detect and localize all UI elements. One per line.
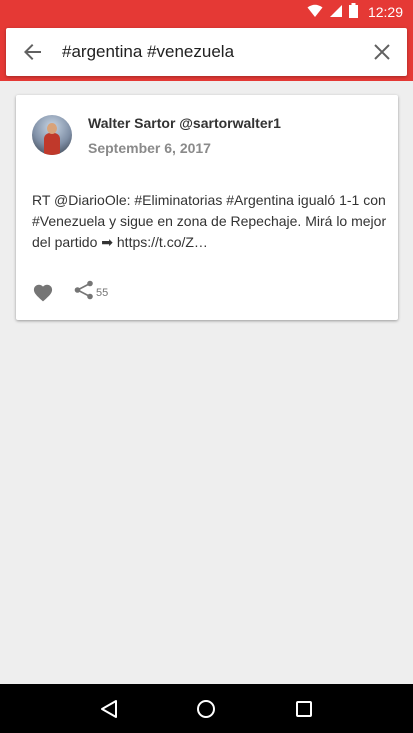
results-list[interactable]: Walter Sartor @sartorwalter1 September 6… [0,81,413,684]
tweet-author[interactable]: Walter Sartor @sartorwalter1 [88,115,281,131]
tweet-actions: 55 [32,280,108,305]
battery-icon [348,3,358,21]
tweet-text: RT @DiarioOle: #Eliminatorias #Argentina… [32,192,387,250]
status-time: 12:29 [367,4,403,20]
home-icon[interactable] [190,693,222,725]
tweet-date: September 6, 2017 [88,140,211,156]
search-bar: #argentina #venezuela [0,24,413,81]
status-bar: 12:29 [0,0,413,24]
signal-icon [329,4,343,21]
arrow-back-icon[interactable] [22,41,44,63]
close-icon[interactable] [371,41,393,63]
tweet-card[interactable]: Walter Sartor @sartorwalter1 September 6… [16,95,398,320]
share-button[interactable]: 55 [74,280,108,305]
avatar[interactable] [32,115,72,155]
share-icon [74,280,94,305]
search-box: #argentina #venezuela [6,28,407,76]
search-input[interactable]: #argentina #venezuela [62,42,371,62]
heart-icon[interactable] [32,281,54,303]
recents-icon[interactable] [288,693,320,725]
navigation-bar [0,684,413,733]
wifi-icon [307,4,323,21]
share-count: 55 [96,287,109,299]
nav-back-icon[interactable] [93,693,125,725]
